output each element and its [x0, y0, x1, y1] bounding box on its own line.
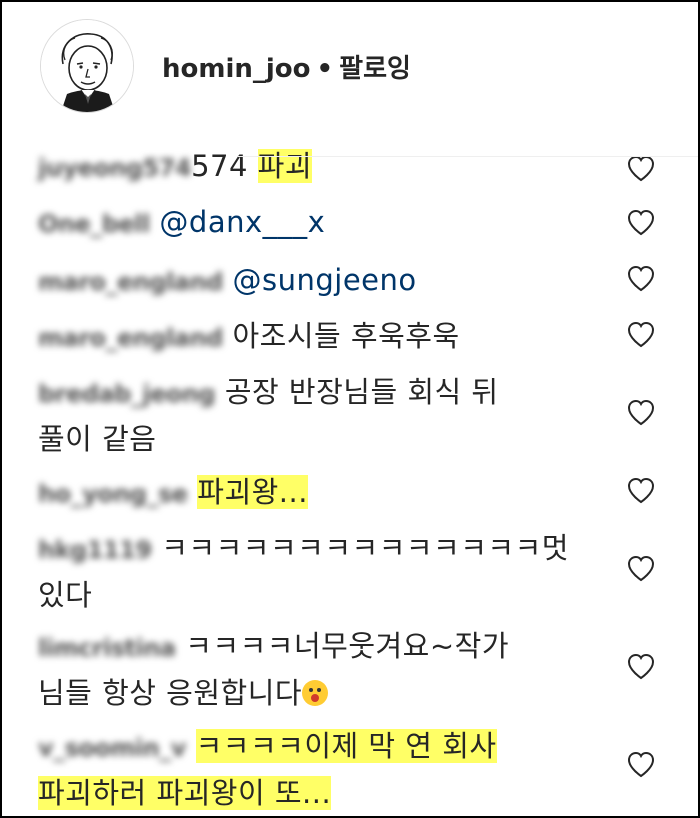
comment-username[interactable]: bredab_jeong	[38, 372, 216, 417]
comment-body-line2: 있다	[38, 578, 93, 612]
comment-body: ㅋㅋㅋㅋㅋㅋㅋㅋㅋㅋㅋㅋㅋㅋ멋	[161, 531, 569, 565]
heart-outline-icon[interactable]	[626, 264, 656, 292]
heart-outline-icon[interactable]	[626, 554, 656, 582]
heart-outline-icon[interactable]	[626, 208, 656, 236]
comment-body: 파괴	[257, 149, 313, 183]
comment-text: juyeong574574 파괴	[38, 144, 598, 191]
comment-body: 아조시들 후욱후욱	[232, 319, 460, 353]
comment-text: hkg1119 ㅋㅋㅋㅋㅋㅋㅋㅋㅋㅋㅋㅋㅋㅋ멋 있다	[38, 526, 598, 618]
header-divider	[238, 156, 698, 157]
comment-body: ㅋㅋㅋㅋ너무웃겨요~작가	[185, 629, 510, 663]
comment-text: limcristina ㅋㅋㅋㅋ너무웃겨요~작가 님들 항상 응원합니다	[38, 624, 598, 716]
comment-text: One_bell @danx___x	[38, 200, 598, 247]
profile-avatar[interactable]	[40, 19, 134, 113]
comment-username[interactable]: maro_england	[38, 260, 223, 305]
comment-username[interactable]: v_soomin_v	[38, 726, 186, 771]
heart-outline-icon[interactable]	[626, 652, 656, 680]
comment-mention[interactable]: @sungjeeno	[232, 263, 416, 297]
caricature-portrait-icon	[41, 20, 133, 112]
post-header: homin_joo • 팔로잉	[2, 2, 698, 136]
comment-body: 공장 반장님들 회식 뒤	[224, 375, 499, 409]
comment-username[interactable]: maro_england	[38, 316, 223, 361]
comment-username[interactable]: One_bell	[38, 202, 150, 247]
comment-body-line2: 풀이 같음	[38, 422, 157, 456]
comment-text: bredab_jeong 공장 반장님들 회식 뒤 풀이 같음	[38, 370, 598, 462]
profile-username[interactable]: homin_joo	[162, 54, 311, 84]
comment-text: maro_england @sungjeeno	[38, 258, 598, 305]
comment-body-line2: 파괴하러 파괴왕이 또...	[38, 776, 332, 810]
comment-body: 파괴왕...	[197, 475, 308, 509]
comment-mention[interactable]: @danx___x	[159, 205, 325, 239]
comment-username[interactable]: ho_yong_se	[38, 472, 188, 517]
comment-text: ho_yong_se 파괴왕...	[38, 470, 598, 517]
comment-text: v_soomin_v ㅋㅋㅋㅋ이제 막 연 회사 파괴하러 파괴왕이 또...	[38, 724, 598, 816]
comment-text: maro_england 아조시들 후욱후욱	[38, 314, 598, 361]
separator-dot: •	[316, 54, 334, 84]
heart-outline-icon[interactable]	[626, 476, 656, 504]
comment-body-line2: 님들 항상 응원합니다	[38, 676, 303, 710]
following-button[interactable]: 팔로잉	[339, 54, 411, 84]
heart-outline-icon[interactable]	[626, 750, 656, 778]
comment-prefix: 574	[191, 149, 258, 183]
instagram-comment-panel: juyeong574574 파괴 One_bell @danx___x maro…	[0, 0, 700, 818]
comment-body: ㅋㅋㅋㅋ이제 막 연 회사	[195, 729, 497, 763]
face-with-open-mouth-emoji	[302, 680, 329, 706]
comment-username[interactable]: juyeong574	[38, 146, 192, 191]
heart-outline-icon[interactable]	[626, 320, 656, 348]
heart-outline-icon[interactable]	[626, 398, 656, 426]
heart-outline-icon[interactable]	[626, 154, 656, 182]
comment-username[interactable]: limcristina	[38, 626, 176, 671]
post-header-title: homin_joo • 팔로잉	[162, 48, 411, 85]
comment-username[interactable]: hkg1119	[38, 528, 152, 573]
